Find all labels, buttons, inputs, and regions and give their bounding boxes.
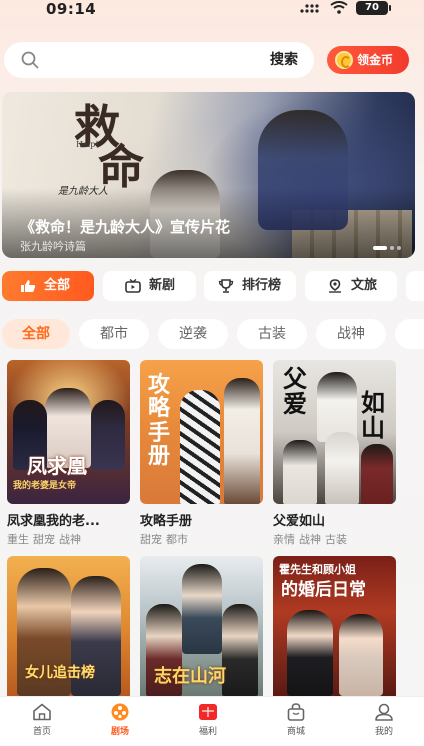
tab-all[interactable]: 全部 (2, 271, 94, 301)
drama-poster: 霍先生和顾小姐 的婚后日常 (273, 556, 396, 696)
home-icon (33, 703, 51, 721)
search-button[interactable]: 搜索 (256, 42, 312, 78)
coin-icon (335, 51, 353, 69)
banner-dot (397, 246, 401, 250)
drama-tags: 重生 甜宠 战神 (7, 533, 81, 546)
nav-theater[interactable]: 剧场 (78, 697, 162, 746)
drama-poster: 父爱 如山 (273, 360, 396, 504)
drama-tags: 亲情 战神 古装 (273, 533, 347, 546)
signal-icon (300, 4, 319, 13)
chip-urban[interactable]: 都市 (79, 319, 149, 349)
gift-icon (199, 704, 217, 720)
featured-banner[interactable]: 救 Help! 命 是九龄大人 《救命！是九龄大人》宣传片花 张九龄吟诗篇 (2, 92, 415, 258)
shopping-bag-icon (287, 703, 305, 721)
nav-home[interactable]: 首页 (0, 697, 84, 746)
tab-ranking[interactable]: 排行榜 (204, 271, 296, 301)
battery-icon: 70 (356, 1, 391, 15)
search-bar[interactable]: 搜索 (4, 42, 314, 78)
tab-more-peek[interactable] (406, 271, 424, 301)
trophy-icon (218, 279, 234, 293)
drama-poster: 志在山河 (140, 556, 263, 696)
banner-subtitle: 张九龄吟诗篇 (20, 240, 86, 253)
bottom-nav: 首页 剧场 福利 商城 我的 (0, 696, 424, 746)
chip-more-peek[interactable] (395, 319, 424, 349)
banner-dot-active (373, 246, 387, 250)
drama-poster: 凤求凰 我的老婆是女帝 (7, 360, 130, 504)
nav-mall[interactable]: 商城 (254, 697, 338, 746)
profile-icon (375, 703, 393, 721)
status-bar: 09:14 70 (0, 0, 424, 22)
drama-tags: 甜宠 都市 (140, 533, 188, 546)
claim-coins-button[interactable]: 领金币 (327, 46, 409, 74)
drama-title: 攻略手册 (140, 514, 193, 529)
drama-title: 凤求凰我的老... (7, 514, 100, 529)
nav-rewards[interactable]: 福利 (166, 697, 250, 746)
nav-profile[interactable]: 我的 (342, 697, 424, 746)
chip-costume[interactable]: 古装 (237, 319, 307, 349)
chip-all[interactable]: 全部 (2, 319, 70, 349)
film-reel-icon (111, 703, 129, 721)
thumbs-up-icon (21, 280, 36, 292)
wifi-icon (330, 1, 348, 14)
status-time: 09:14 (46, 0, 97, 18)
location-icon (329, 279, 341, 293)
tab-culture-travel[interactable]: 文旅 (305, 271, 397, 301)
tv-icon (125, 279, 141, 293)
banner-dot (390, 246, 394, 250)
banner-title: 《救命！是九龄大人》宣传片花 (20, 218, 231, 236)
chip-war-god[interactable]: 战神 (316, 319, 386, 349)
chip-comeback[interactable]: 逆袭 (158, 319, 228, 349)
claim-coins-label: 领金币 (357, 53, 394, 67)
drama-poster: 攻略 手册 (140, 360, 263, 504)
banner-logo: 救 Help! 命 是九龄大人 (58, 100, 144, 197)
drama-poster: 女儿追击榜 (7, 556, 130, 696)
banner-pagination (370, 246, 401, 250)
search-icon (21, 51, 39, 69)
tab-new-dramas[interactable]: 新剧 (103, 271, 196, 301)
drama-title: 父爱如山 (273, 514, 326, 529)
